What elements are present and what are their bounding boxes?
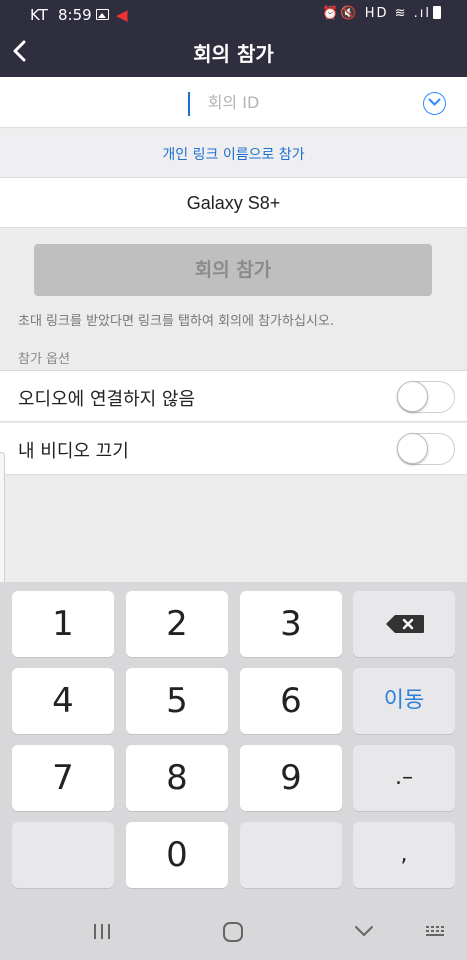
option-row-no-audio: 오디오에 연결하지 않음	[0, 370, 467, 422]
join-options-label: 참가 옵션	[18, 352, 70, 367]
go-key[interactable]: 이동	[353, 668, 455, 734]
toggle-knob	[397, 433, 428, 464]
meeting-id-row	[0, 77, 467, 128]
system-navigation-bar	[0, 900, 467, 960]
battery-icon	[433, 6, 441, 19]
megaphone-icon: ◀	[116, 6, 128, 24]
backspace-icon	[386, 615, 424, 633]
option-row-video-off: 내 비디오 끄기	[0, 423, 467, 475]
keyboard-icon[interactable]	[424, 918, 448, 946]
backspace-key[interactable]	[353, 591, 455, 657]
status-bar: KT 8:59 ◀ ⏰🔇 HD ≋ .ıl	[0, 0, 467, 30]
image-notification-icon	[96, 9, 109, 20]
display-name-input[interactable]	[0, 178, 467, 228]
key-3[interactable]: 3	[240, 591, 342, 657]
key-4[interactable]: 4	[12, 668, 114, 734]
invite-link-hint: 초대 링크를 받았다면 링크를 탭하여 회의에 참가하십시오.	[18, 314, 334, 329]
chevron-down-icon	[428, 98, 441, 106]
app-header: KT 8:59 ◀ ⏰🔇 HD ≋ .ıl 회의 참가	[0, 0, 467, 77]
key-9[interactable]: 9	[240, 745, 342, 811]
video-off-label: 내 비디오 끄기	[18, 441, 129, 462]
display-name-row	[0, 177, 467, 228]
blank-key	[12, 822, 114, 888]
key-1[interactable]: 1	[12, 591, 114, 657]
key-7[interactable]: 7	[12, 745, 114, 811]
key-5[interactable]: 5	[126, 668, 228, 734]
meeting-history-dropdown-button[interactable]	[423, 92, 446, 115]
no-audio-label: 오디오에 연결하지 않음	[18, 389, 196, 410]
dot-dash-key[interactable]: .–	[353, 745, 455, 811]
status-icons: ⏰🔇 HD ≋ .ıl	[322, 6, 441, 21]
text-cursor	[188, 92, 190, 116]
blank-key	[240, 822, 342, 888]
meeting-id-input[interactable]	[0, 77, 467, 128]
recents-icon[interactable]	[92, 918, 112, 946]
key-2[interactable]: 2	[126, 591, 228, 657]
home-icon[interactable]	[222, 918, 244, 946]
toggle-knob	[397, 381, 428, 412]
status-time: 8:59	[58, 6, 92, 24]
personal-link-row: 개인 링크 이름으로 참가	[0, 129, 467, 177]
comma-key[interactable]: ,	[353, 822, 455, 888]
carrier-label: KT	[30, 6, 48, 24]
join-with-personal-link-link[interactable]: 개인 링크 이름으로 참가	[162, 144, 304, 164]
key-0[interactable]: 0	[126, 822, 228, 888]
key-6[interactable]: 6	[240, 668, 342, 734]
key-8[interactable]: 8	[126, 745, 228, 811]
page-title: 회의 참가	[193, 42, 274, 66]
video-off-toggle[interactable]	[397, 433, 455, 465]
hide-keyboard-icon[interactable]	[353, 918, 375, 946]
no-audio-toggle[interactable]	[397, 381, 455, 413]
join-meeting-button[interactable]: 회의 참가	[34, 244, 432, 296]
